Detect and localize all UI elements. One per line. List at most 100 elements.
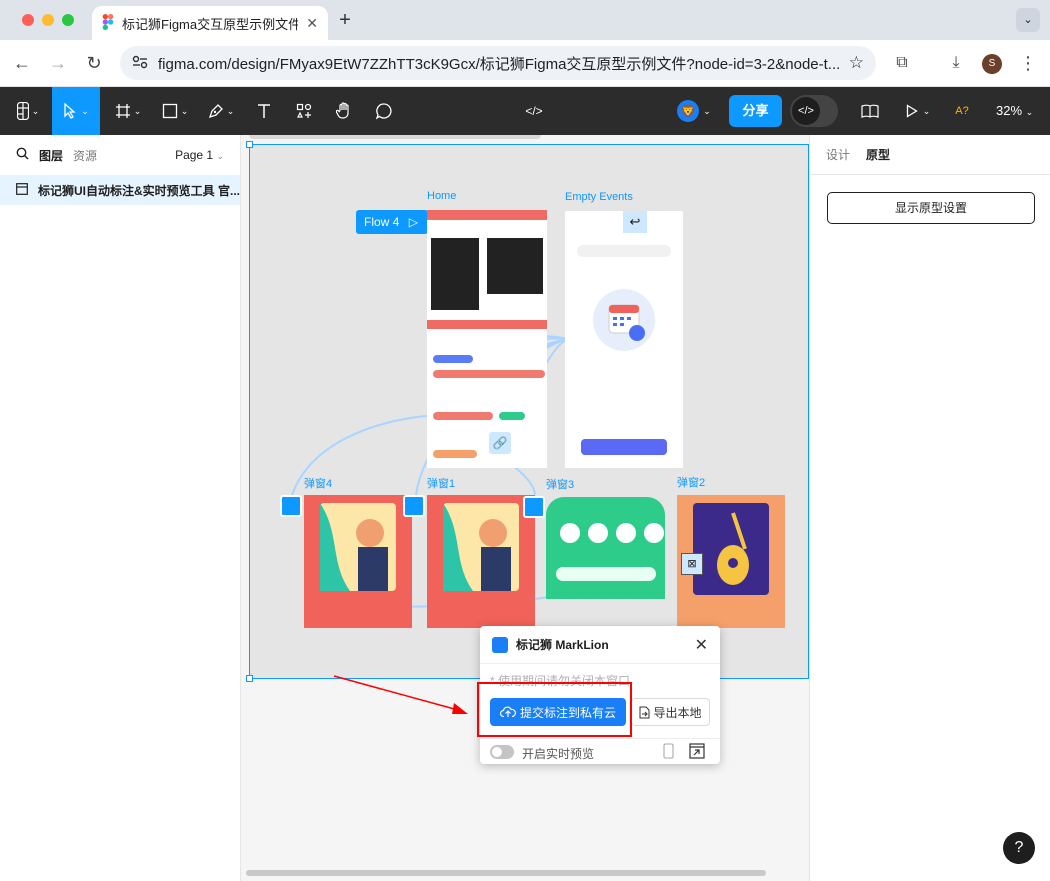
selected-section-frame[interactable]: Home Empty Events Flow 4 ▷ 🔗 ↩ 弹窗4 弹窗1 弹… xyxy=(249,144,809,679)
frame-label-popup4[interactable]: 弹窗4 xyxy=(304,475,332,491)
hand-tool-button[interactable] xyxy=(328,87,360,135)
rectangle-icon xyxy=(162,103,177,119)
home-pill-row-1 xyxy=(433,355,473,363)
book-icon xyxy=(861,104,879,118)
library-button[interactable] xyxy=(856,87,884,135)
main-menu-button[interactable]: ⌄ xyxy=(8,87,48,135)
address-bar[interactable]: figma.com/design/FMyax9EtW7ZZhTT3cK9Gcx/… xyxy=(120,46,876,80)
tab-layers[interactable]: 图层 xyxy=(39,147,63,164)
new-tab-button[interactable]: + xyxy=(334,9,356,31)
browser-menu-icon[interactable]: ⋮ xyxy=(1016,51,1040,75)
present-button[interactable]: ⌄ xyxy=(900,87,936,135)
empty-events-frame[interactable]: ↩ xyxy=(565,211,683,468)
tab-search-button[interactable]: ⌄ xyxy=(1016,8,1040,32)
frame-label-popup3[interactable]: 弹窗3 xyxy=(546,476,574,492)
illustration-icon xyxy=(320,503,396,591)
resources-icon xyxy=(296,103,312,118)
popup4-frame[interactable] xyxy=(304,495,412,628)
share-button[interactable]: 分享 xyxy=(729,95,782,127)
back-button[interactable]: ← xyxy=(10,51,34,75)
frame-label-home[interactable]: Home xyxy=(427,190,456,202)
flow-start-badge[interactable]: Flow 4 ▷ xyxy=(356,210,428,234)
flow-name: Flow 4 xyxy=(364,215,400,229)
search-layers-icon[interactable] xyxy=(16,147,29,163)
tab-design[interactable]: 设计 xyxy=(826,146,850,163)
move-tool-button[interactable]: ⌄ xyxy=(52,87,100,135)
shape-tool-button[interactable]: ⌄ xyxy=(154,87,196,135)
frame-label-popup1[interactable]: 弹窗1 xyxy=(427,475,455,491)
pen-icon xyxy=(208,104,223,119)
close-window-button[interactable] xyxy=(22,14,34,26)
dev-mode-toggle[interactable]: </> xyxy=(790,95,838,127)
close-tab-icon[interactable]: ✕ xyxy=(306,15,318,32)
annotation-arrow xyxy=(333,675,468,714)
canvas-top-artifact xyxy=(249,135,541,139)
accessibility-check-button[interactable]: A? xyxy=(948,87,976,135)
code-icon: </> xyxy=(792,97,820,125)
maximize-window-button[interactable] xyxy=(62,14,74,26)
frame-label-empty-events[interactable]: Empty Events xyxy=(565,191,633,203)
illustration-icon xyxy=(443,503,519,591)
overlay-close-chip[interactable]: ⊠ xyxy=(681,553,703,575)
forward-button[interactable]: → xyxy=(46,51,70,75)
popup1-frame[interactable] xyxy=(427,495,535,628)
show-prototype-settings-button[interactable]: 显示原型设置 xyxy=(827,192,1035,224)
properties-panel: 设计 原型 显示原型设置 ? xyxy=(809,135,1050,881)
reload-button[interactable]: ↻ xyxy=(82,51,106,75)
open-window-icon[interactable] xyxy=(689,743,705,762)
selection-handle[interactable] xyxy=(246,675,253,682)
plugin-runner-button[interactable]: 🦁 ⌄ xyxy=(668,87,720,135)
horizontal-scrollbar[interactable] xyxy=(246,870,766,876)
browser-toolbar: ← → ↻ figma.com/design/FMyax9EtW7ZZhTT3c… xyxy=(0,40,1050,87)
marklion-logo-icon xyxy=(492,636,508,653)
home-pill-row-5 xyxy=(433,450,477,458)
design-canvas[interactable]: Home Empty Events Flow 4 ▷ 🔗 ↩ 弹窗4 弹窗1 弹… xyxy=(241,135,809,881)
realtime-preview-toggle[interactable] xyxy=(490,745,514,759)
annotation-highlight-box xyxy=(477,682,632,737)
download-icon[interactable]: ⤓ xyxy=(944,51,968,75)
tab-assets[interactable]: 资源 xyxy=(73,147,97,164)
tab-prototype[interactable]: 原型 xyxy=(866,146,890,163)
home-section-bar xyxy=(427,320,547,329)
marklion-avatar-icon: 🦁 xyxy=(677,100,700,122)
export-file-icon xyxy=(639,706,650,718)
text-tool-button[interactable] xyxy=(248,87,280,135)
home-pill-row-4 xyxy=(499,412,525,420)
link-icon[interactable]: 🔗 xyxy=(489,432,511,454)
help-button[interactable]: ? xyxy=(1003,832,1035,864)
minimize-window-button[interactable] xyxy=(42,14,54,26)
site-settings-icon[interactable] xyxy=(132,55,148,72)
layer-item[interactable]: 标记狮UI自动标注&实时预览工具 官... xyxy=(0,175,240,205)
popup3-frame[interactable] xyxy=(546,497,665,599)
zoom-level[interactable]: 32% ⌄ xyxy=(996,87,1033,135)
empty-events-search-bar xyxy=(577,245,671,257)
page-icon xyxy=(16,182,28,198)
home-menu-mock-1 xyxy=(431,238,479,310)
action-icon xyxy=(616,523,636,543)
overlay-trigger-icon[interactable] xyxy=(523,496,545,518)
bookmark-star-icon[interactable]: ☆ xyxy=(849,53,864,73)
resources-tool-button[interactable] xyxy=(288,87,320,135)
mobile-preview-icon[interactable] xyxy=(663,743,675,762)
overlay-trigger-icon[interactable] xyxy=(403,495,425,517)
close-icon[interactable]: ✕ xyxy=(695,635,708,655)
profile-avatar[interactable]: S xyxy=(982,54,1002,74)
browser-tab[interactable]: 标记狮Figma交互原型示例文件 ✕ xyxy=(92,6,328,40)
overlay-trigger-icon[interactable] xyxy=(280,495,302,517)
comment-tool-button[interactable] xyxy=(368,87,400,135)
pen-tool-button[interactable]: ⌄ xyxy=(200,87,242,135)
home-frame[interactable] xyxy=(427,210,547,468)
extensions-icon[interactable]: ⧉ xyxy=(890,51,914,75)
play-flow-icon[interactable]: ▷ xyxy=(409,215,418,229)
page-selector[interactable]: Page 1 ⌄ xyxy=(175,148,224,162)
action-icon xyxy=(560,523,580,543)
dev-mode-code-button[interactable]: </> xyxy=(518,87,550,135)
selection-handle[interactable] xyxy=(246,141,253,148)
tab-title: 标记狮Figma交互原型示例文件 xyxy=(122,16,299,32)
action-icon xyxy=(588,523,608,543)
back-arrow-chip: ↩ xyxy=(623,211,647,233)
export-local-button[interactable]: 导出本地 xyxy=(631,698,710,726)
frame-tool-button[interactable]: ⌄ xyxy=(108,87,148,135)
figma-logo-icon xyxy=(16,102,29,120)
frame-label-popup2[interactable]: 弹窗2 xyxy=(677,474,705,490)
